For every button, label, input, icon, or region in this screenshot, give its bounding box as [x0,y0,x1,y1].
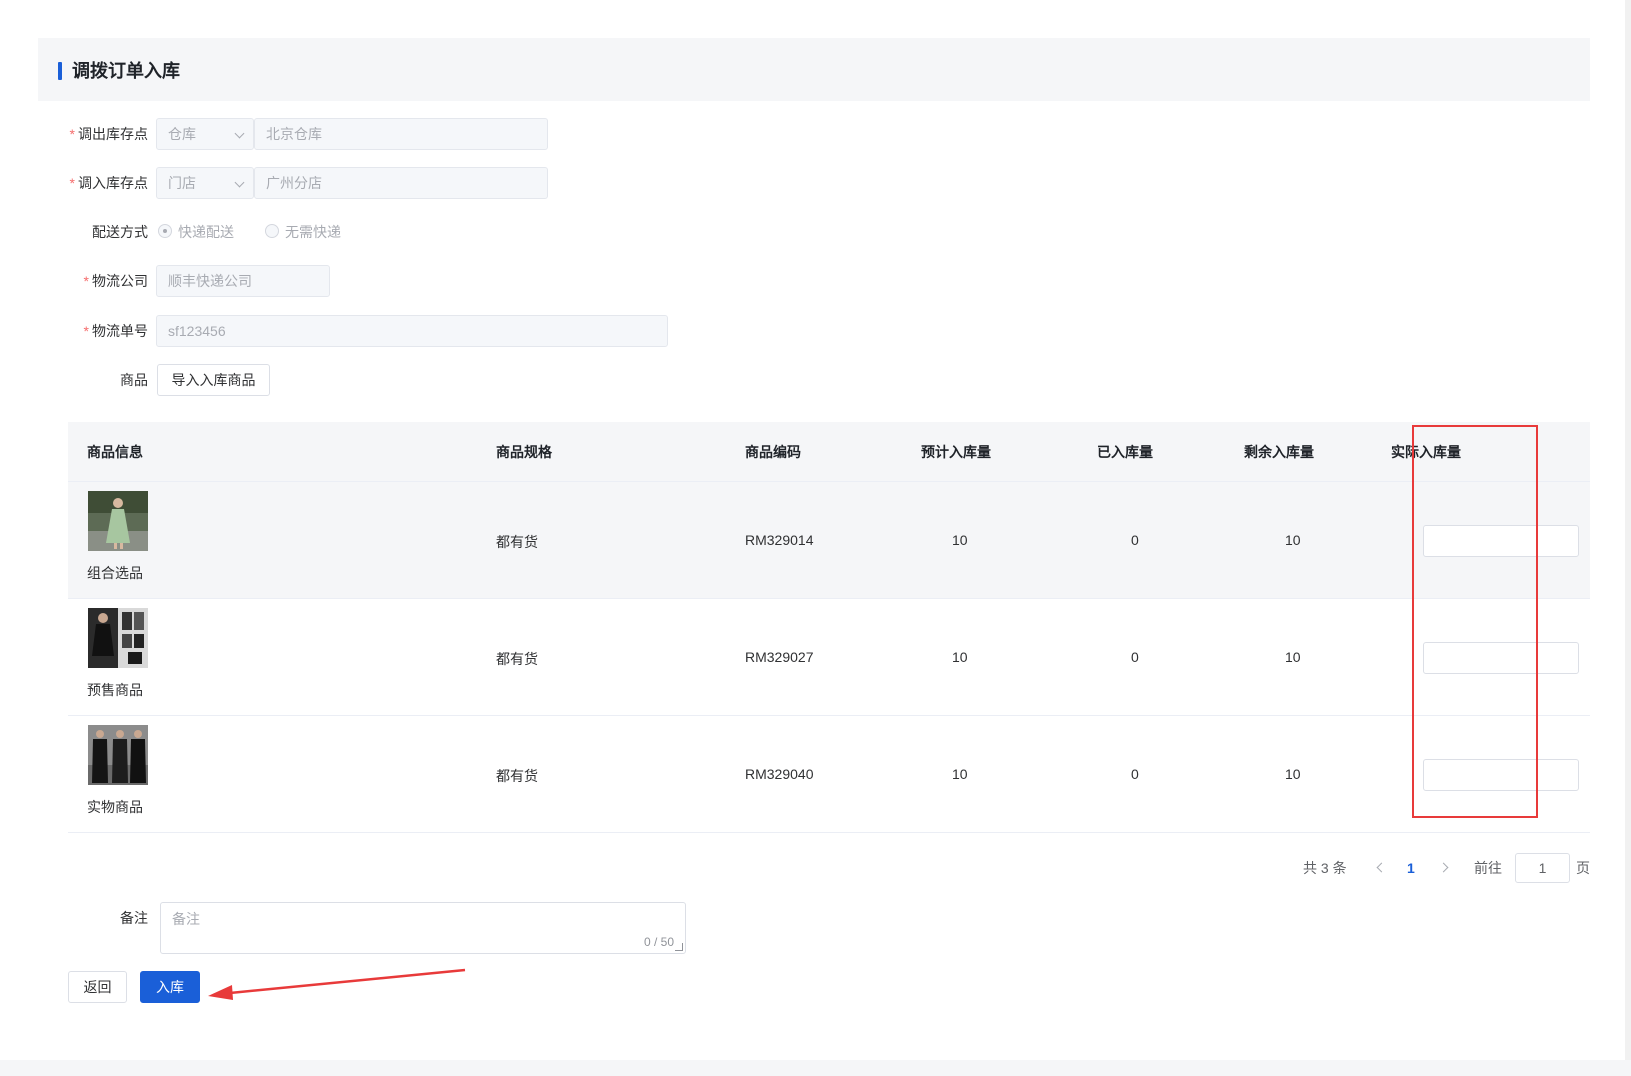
table-row: 组合选品 都有货 RM329014 10 0 10 [68,482,1590,599]
page-header: 调拨订单入库 [38,38,1590,101]
radio-no-express-label[interactable]: 无需快递 [285,216,341,248]
table-header: 商品信息 商品规格 商品编码 预计入库量 已入库量 剩余入库量 实际入库量 [68,422,1590,482]
product-name: 预售商品 [87,682,143,698]
remaining-qty: 10 [1285,649,1301,665]
chevron-down-icon [234,128,245,139]
received-qty: 0 [1131,766,1139,782]
product-code: RM329027 [745,649,814,665]
pagination-goto-input[interactable]: 1 [1515,853,1570,883]
radio-express[interactable] [158,224,172,238]
logistics-company-input[interactable]: 顺丰快递公司 [156,265,330,297]
received-qty: 0 [1131,649,1139,665]
remark-char-counter: 0 / 50 [643,935,674,949]
actual-qty-input[interactable] [1423,759,1579,791]
product-spec: 都有货 [496,651,538,667]
product-image [88,608,148,668]
th-expected-qty: 预计入库量 [921,444,991,460]
expected-qty: 10 [952,649,968,665]
out-location-type-select[interactable]: 仓库 [156,118,254,150]
logistics-company-label: * 物流公司 [83,273,148,289]
pagination-goto-label: 前往 [1474,860,1502,876]
product-image [88,491,148,551]
out-location-type-value: 仓库 [168,126,196,142]
chevron-down-icon [234,177,245,188]
out-location-value: 北京仓库 [266,126,322,142]
chevron-left-icon[interactable] [1376,862,1387,873]
product-spec: 都有货 [496,768,538,784]
tracking-no-input[interactable]: sf123456 [156,315,668,347]
th-actual-qty: 实际入库量 [1391,444,1461,460]
submit-stock-in-button[interactable]: 入库 [140,971,200,1003]
in-location-type-value: 门店 [168,175,196,191]
back-button[interactable]: 返回 [68,971,127,1003]
tracking-no-label: * 物流单号 [83,323,148,339]
pagination-current-page[interactable]: 1 [1407,854,1415,882]
logistics-company-value: 顺丰快递公司 [168,273,252,289]
out-location-label: * 调出库存点 [69,126,148,142]
table-row: 实物商品 都有货 RM329040 10 0 10 [68,716,1590,833]
table-row: 预售商品 都有货 RM329027 10 0 10 [68,599,1590,716]
page-scrollbar[interactable] [1625,0,1631,1076]
delivery-label: 配送方式 [92,224,148,240]
actual-qty-input[interactable] [1423,525,1579,557]
product-name: 组合选品 [87,565,143,581]
remark-label: 备注 [120,910,148,926]
pagination-page-suffix: 页 [1576,860,1590,876]
remark-placeholder: 备注 [172,911,200,927]
th-received-qty: 已入库量 [1097,444,1153,460]
remark-textarea[interactable]: 备注 0 / 50 [160,902,686,954]
expected-qty: 10 [952,766,968,782]
in-location-type-select[interactable]: 门店 [156,167,254,199]
import-goods-button[interactable]: 导入入库商品 [157,364,270,396]
chevron-right-icon[interactable] [1438,862,1449,873]
delivery-radio-group: 快递配送 无需快递 [156,216,356,248]
th-code: 商品编码 [745,444,801,460]
title-accent-bar [58,62,62,80]
product-code: RM329040 [745,766,814,782]
out-location-input[interactable]: 北京仓库 [254,118,548,150]
remaining-qty: 10 [1285,532,1301,548]
actual-qty-input[interactable] [1423,642,1579,674]
product-code: RM329014 [745,532,814,548]
in-location-value: 广州分店 [266,175,322,191]
th-spec: 商品规格 [496,444,552,460]
pagination-total: 共 3 条 [1303,860,1347,876]
radio-express-label[interactable]: 快递配送 [178,216,234,248]
resize-handle-icon[interactable] [675,943,683,951]
th-remaining-qty: 剩余入库量 [1244,444,1314,460]
expected-qty: 10 [952,532,968,548]
received-qty: 0 [1131,532,1139,548]
product-image [88,725,148,785]
annotation-arrow-icon [208,968,466,1000]
product-name: 实物商品 [87,799,143,815]
tracking-no-value: sf123456 [168,323,226,339]
product-spec: 都有货 [496,534,538,550]
page-title: 调拨订单入库 [72,61,180,81]
bottom-bar [0,1060,1631,1076]
in-location-label: * 调入库存点 [69,175,148,191]
th-product-info: 商品信息 [87,444,143,460]
remaining-qty: 10 [1285,766,1301,782]
goods-label: 商品 [120,372,148,388]
in-location-input[interactable]: 广州分店 [254,167,548,199]
radio-no-express[interactable] [265,224,279,238]
